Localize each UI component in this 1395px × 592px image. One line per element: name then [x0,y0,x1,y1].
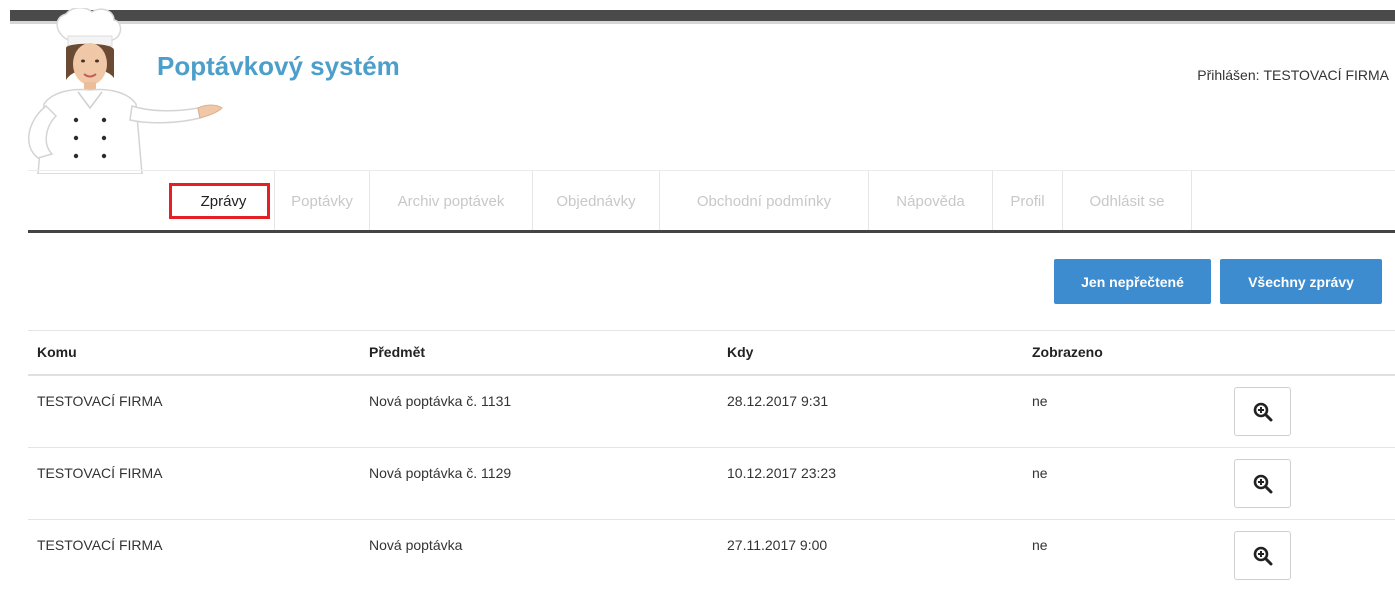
cell-predmet: Nová poptávka č. 1131 [369,393,512,409]
menu-item-objednavky[interactable]: Objednávky [533,171,660,231]
zoom-in-icon [1253,546,1272,565]
cell-komu: TESTOVACÍ FIRMA [37,465,163,481]
site-title: Poptávkový systém [157,51,400,81]
unread-messages-button[interactable]: Jen nepřečtené [1054,259,1211,304]
cell-komu: TESTOVACÍ FIRMA [37,393,163,409]
cell-kdy: 28.12.2017 9:31 [727,393,829,409]
table-row: TESTOVACÍ FIRMA Nová poptávka č. 1131 28… [28,376,1395,448]
column-header-zobrazeno: Zobrazeno [1032,344,1103,360]
column-header-predmet: Předmět [369,344,426,360]
cell-zobrazeno: ne [1032,393,1048,409]
zoom-in-icon [1253,474,1272,493]
all-messages-button[interactable]: Všechny zprávy [1220,259,1382,304]
cell-predmet: Nová poptávka č. 1129 [369,465,512,481]
logged-in-user: TESTOVACÍ FIRMA [1263,67,1390,83]
logged-in-status: Přihlášen: TESTOVACÍ FIRMA [1197,67,1389,83]
cell-predmet: Nová poptávka [369,537,463,553]
cell-komu: TESTOVACÍ FIRMA [37,537,163,553]
column-header-kdy: Kdy [727,344,754,360]
logged-in-label: Přihlášen: [1197,67,1260,83]
view-message-button[interactable] [1234,387,1291,436]
view-message-button[interactable] [1234,459,1291,508]
menu-item-napoveda[interactable]: Nápověda [869,171,993,231]
menu-item-profil[interactable]: Profil [993,171,1063,231]
cell-kdy: 10.12.2017 23:23 [727,465,836,481]
column-header-komu: Komu [37,344,77,360]
cell-kdy: 27.11.2017 9:00 [727,537,828,553]
zoom-in-icon [1253,402,1272,421]
view-message-button[interactable] [1234,531,1291,580]
menu-item-archiv-poptavek[interactable]: Archiv poptávek [370,171,533,231]
menu-item-zpravy[interactable]: Zprávy [169,171,274,231]
cell-zobrazeno: ne [1032,465,1048,481]
cell-zobrazeno: ne [1032,537,1048,553]
table-row: TESTOVACÍ FIRMA Nová poptávka 27.11.2017… [28,520,1395,592]
table-row: TESTOVACÍ FIRMA Nová poptávka č. 1129 10… [28,448,1395,520]
chef-logo [8,8,228,174]
menu-divider-bottom [28,230,1395,233]
main-menu: Zprávy Poptávky Archiv poptávek Objednáv… [169,171,1192,231]
menu-item-odhlasit-se[interactable]: Odhlásit se [1063,171,1192,231]
menu-item-obchodni-podminky[interactable]: Obchodní podmínky [660,171,869,231]
menu-item-poptavky[interactable]: Poptávky [274,171,370,231]
table-top-border [28,330,1395,331]
